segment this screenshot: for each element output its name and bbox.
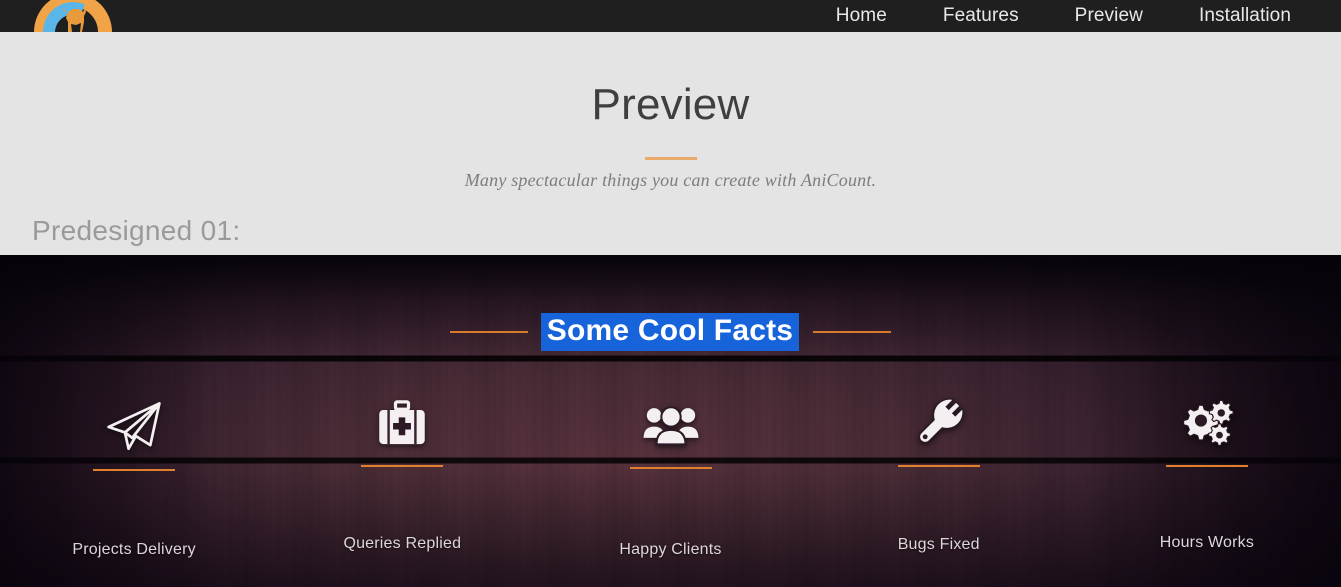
primary-nav: Home Features Preview Installation	[808, 0, 1319, 32]
facts-section-title: Some Cool Facts	[540, 313, 800, 351]
counter-label: Projects Delivery	[72, 541, 196, 558]
counter-underline	[629, 467, 712, 469]
heading-decoration-left	[449, 330, 528, 333]
counter-item: Queries Replied	[268, 395, 536, 553]
counter-item: Bugs Fixed	[805, 395, 1073, 554]
counter-underline	[93, 469, 176, 471]
nav-link-installation[interactable]: Installation	[1171, 0, 1319, 32]
page-title: Preview	[591, 80, 750, 129]
heading-decoration-right	[813, 330, 892, 333]
users-group-icon	[642, 397, 700, 453]
counter-underline	[361, 465, 444, 467]
title-underline-divider	[644, 157, 697, 160]
top-navbar: Home Features Preview Installation	[0, 0, 1341, 32]
cool-facts-section: Some Cool Facts Projects Delivery Querie…	[0, 255, 1341, 587]
first-aid-kit-icon	[376, 395, 428, 451]
counters-row: Projects Delivery Queries Replied Happy …	[0, 395, 1341, 559]
counter-item: Happy Clients	[536, 395, 804, 559]
anicount-logo-icon	[34, 0, 112, 32]
paper-plane-icon	[105, 399, 163, 455]
page-subtitle: Many spectacular things you can create w…	[464, 170, 877, 190]
preview-intro-section: Preview Many spectacular things you can …	[0, 32, 1341, 255]
predesigned-label: Predesigned 01:	[32, 215, 241, 246]
counter-underline	[897, 465, 980, 467]
cogs-icon	[1178, 395, 1236, 451]
counter-label: Bugs Fixed	[897, 536, 980, 553]
facts-heading-row: Some Cool Facts	[0, 313, 1341, 351]
site-logo[interactable]	[30, 0, 116, 34]
counter-label: Hours Works	[1159, 534, 1255, 551]
nav-link-preview[interactable]: Preview	[1047, 0, 1171, 32]
counter-item: Projects Delivery	[0, 395, 268, 559]
wrench-icon	[913, 395, 965, 451]
counter-label: Happy Clients	[619, 541, 722, 558]
nav-link-features[interactable]: Features	[915, 0, 1047, 32]
counter-underline	[1165, 465, 1248, 467]
nav-link-home[interactable]: Home	[808, 0, 915, 32]
counter-item: Hours Works	[1073, 395, 1341, 552]
counter-label: Queries Replied	[343, 535, 462, 552]
